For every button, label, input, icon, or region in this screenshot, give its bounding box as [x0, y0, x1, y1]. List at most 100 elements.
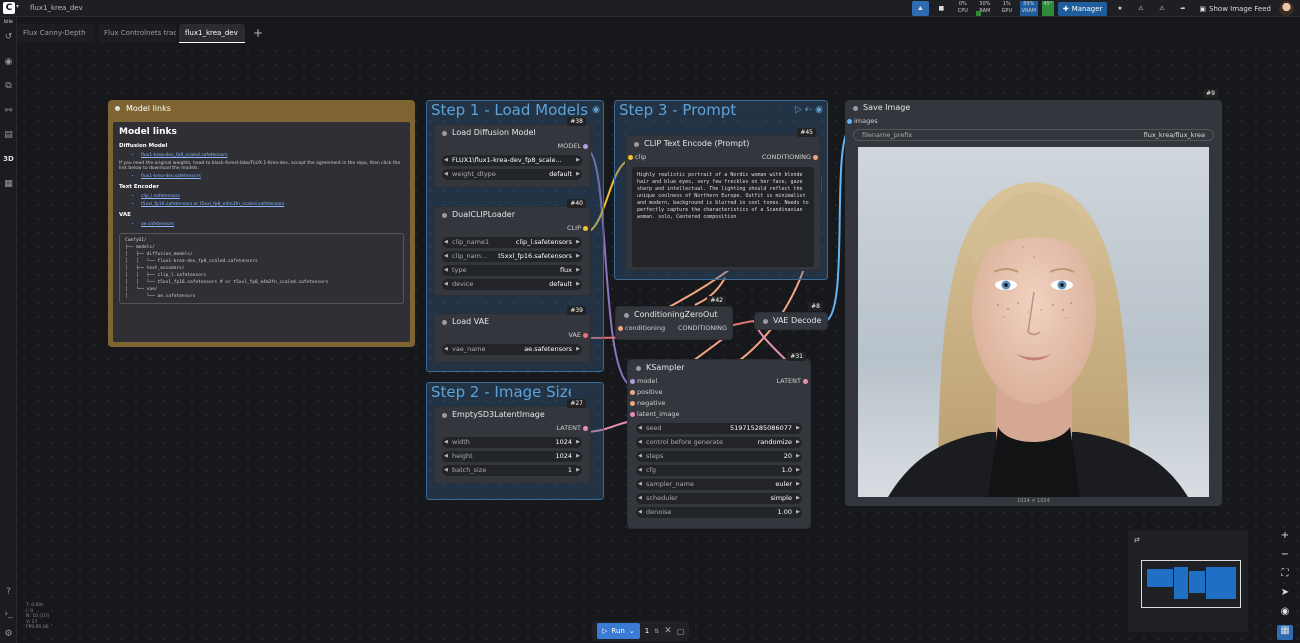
weight-dtype-select[interactable]: weight_dtypedefault	[442, 169, 582, 180]
menu-chevron-icon[interactable]: ▾	[16, 3, 19, 10]
model-input[interactable]: model LATENT	[628, 376, 810, 387]
comfy-logo-icon[interactable]: C	[3, 2, 15, 14]
clip-text-encode-node[interactable]: #45 CLIP Text Encode (Prompt) clip CONDIT…	[625, 128, 821, 271]
minimap-settings-icon[interactable]: ⇄	[1134, 536, 1140, 544]
node-title[interactable]: KSampler	[628, 360, 810, 376]
clip-output[interactable]: CLIP	[434, 223, 590, 234]
vae-output[interactable]: VAE	[434, 330, 590, 341]
node-title[interactable]: DualCLIPLoader	[434, 207, 590, 223]
clip-name2-select[interactable]: clip_nam...t5xxl_fp16.safetensors	[442, 251, 582, 262]
history-icon[interactable]: ↺	[3, 32, 14, 43]
tab-flux-controlnets[interactable]: Flux Controlnets trad...	[98, 24, 176, 43]
minimap-viewport[interactable]	[1141, 560, 1241, 608]
clear-queue-icon[interactable]: ▢	[677, 627, 685, 636]
show-image-feed-button[interactable]: ▣ Show Image Feed	[1195, 1, 1275, 16]
filename-prefix-field[interactable]: filename_prefix flux_krea/flux_krea	[853, 129, 1214, 141]
batch-size-stepper[interactable]: batch_size1	[442, 465, 582, 476]
3d-icon[interactable]: 3D	[3, 154, 14, 165]
star-icon[interactable]: ★	[1111, 1, 1128, 16]
tab-flux-canny-depth[interactable]: Flux Canny-Depth	[17, 24, 95, 43]
t5xxl-link[interactable]: t5xxl_fp16.safetensors or t5xxl_fp8_e4m3…	[141, 202, 404, 207]
denoise-stepper[interactable]: denoise1.00	[636, 507, 802, 518]
link-icon[interactable]: ⚯	[3, 106, 14, 117]
node-title[interactable]: Save Image	[845, 100, 1222, 116]
layers-icon[interactable]: ▤	[3, 130, 14, 141]
load-diffusion-model-node[interactable]: #38 Load Diffusion Model MODEL FLUX1\flu…	[433, 117, 591, 188]
cancel-icon[interactable]: ✕	[664, 626, 672, 636]
height-stepper[interactable]: height1024	[442, 451, 582, 462]
conditioning-zero-out-node[interactable]: #42 ConditioningZeroOut conditioning COND…	[615, 296, 733, 340]
vae-decode-node[interactable]: #8 VAE Decode	[754, 302, 828, 330]
seed-stepper[interactable]: seed519715285086077	[636, 423, 802, 434]
latent-image-input[interactable]: latent_image	[628, 409, 810, 420]
workflow-name[interactable]: flux1_krea_dev	[30, 4, 83, 12]
chevron-down-icon[interactable]: ⌄	[629, 627, 635, 635]
vae-name-select[interactable]: vae_nameae.safetensors	[442, 344, 582, 355]
cfg-stepper[interactable]: cfg1.0	[636, 465, 802, 476]
stepper-icon[interactable]: ⇅	[654, 628, 659, 635]
diffusion-link[interactable]: flux1-krea-dev_fp8_scaled.safetensors	[141, 153, 404, 158]
eye-icon[interactable]: ◉	[3, 57, 14, 68]
load-vae-node[interactable]: #39 Load VAE VAE vae_nameae.safetensors	[433, 306, 591, 363]
zoom-in-icon[interactable]: +	[1281, 530, 1289, 545]
share-icon[interactable]: ➦	[1174, 1, 1191, 16]
output-image[interactable]	[858, 147, 1209, 497]
add-tab-button[interactable]: +	[248, 24, 268, 44]
vae-link[interactable]: ae.safetensors	[141, 222, 404, 227]
sampler-name-select[interactable]: sampler_nameeuler	[636, 479, 802, 490]
conditioning-io[interactable]: conditioning CONDITIONING	[616, 323, 732, 334]
queue-icon[interactable]: ⛰	[911, 1, 929, 16]
model-output[interactable]: MODEL	[434, 141, 590, 152]
batch-count-input[interactable]: 1	[645, 627, 649, 635]
clip-input[interactable]: clip CONDITIONING	[626, 152, 820, 163]
dual-clip-loader-node[interactable]: #40 DualCLIPLoader CLIP clip_name1clip_l…	[433, 199, 591, 296]
gallery-icon[interactable]: ▦	[3, 179, 14, 190]
pointer-icon[interactable]: ➤	[1281, 587, 1289, 602]
type-select[interactable]: typeflux	[442, 265, 582, 276]
zoom-out-icon[interactable]: −	[1281, 549, 1289, 564]
clip-name1-select[interactable]: clip_name1clip_l.safetensors	[442, 237, 582, 248]
group-controls-icon[interactable]: ▷ ⇠ ◉	[795, 105, 823, 115]
stop-icon[interactable]: ■	[933, 1, 950, 16]
unet-name-select[interactable]: FLUX1\flux1-krea-dev_fp8_scale...	[442, 155, 582, 166]
node-title[interactable]: Load VAE	[434, 314, 590, 330]
width-stepper[interactable]: width1024	[442, 437, 582, 448]
nodes-icon[interactable]: ⧉	[3, 81, 14, 92]
node-title[interactable]: EmptySD3LatentImage	[434, 407, 590, 423]
node-title[interactable]: VAE Decode	[755, 313, 827, 329]
group-step3-title[interactable]: Step 3 - Prompt	[619, 101, 736, 119]
device-select[interactable]: devicedefault	[442, 279, 582, 290]
model-links-node[interactable]: Model links Model links Diffusion Model …	[108, 100, 415, 347]
node-title[interactable]: Load Diffusion Model	[434, 125, 590, 141]
run-button[interactable]: ▷ Run ⌄	[597, 623, 640, 639]
empty-latent-image-node[interactable]: #27 EmptySD3LatentImage LATENT width1024…	[433, 399, 591, 484]
steps-stepper[interactable]: steps20	[636, 451, 802, 462]
terminal-icon[interactable]: ›_	[3, 609, 14, 620]
manager-button[interactable]: ✚ Manager	[1057, 1, 1108, 16]
positive-input[interactable]: positive	[628, 387, 810, 398]
minimap[interactable]: ⇄	[1128, 530, 1248, 632]
model-links-title[interactable]: Model links	[108, 100, 415, 117]
node-title[interactable]: CLIP Text Encode (Prompt)	[626, 136, 820, 152]
visibility-icon[interactable]: ◉	[1281, 606, 1290, 621]
negative-input[interactable]: negative	[628, 398, 810, 409]
help-icon[interactable]: ?	[3, 587, 14, 598]
tab-flux1-krea-dev[interactable]: flux1_krea_dev	[179, 24, 245, 43]
avatar[interactable]	[1279, 1, 1294, 16]
latent-output[interactable]: LATENT	[434, 423, 590, 434]
prompt-textarea[interactable]: Highly realistic portrait of a Nordic wo…	[632, 167, 814, 267]
warning-icon[interactable]: ⚠	[1132, 1, 1149, 16]
alert-icon[interactable]: ⚠	[1153, 1, 1170, 16]
images-input[interactable]: images	[845, 116, 1222, 127]
group-step2-title[interactable]: Step 2 - Image Size	[431, 383, 571, 401]
node-title[interactable]: ConditioningZeroOut	[616, 307, 732, 323]
control-before-generate-select[interactable]: control before generaterandomize	[636, 437, 802, 448]
minimap-toggle-icon[interactable]: ▦	[1277, 625, 1293, 640]
clip-l-link[interactable]: clip_l.safetensors	[141, 194, 404, 199]
fit-view-icon[interactable]: ⛶	[1282, 568, 1289, 583]
scheduler-select[interactable]: schedulersimple	[636, 493, 802, 504]
save-image-node[interactable]: #9 Save Image images filename_prefix flux…	[845, 89, 1222, 506]
ksampler-node[interactable]: #31 KSampler model LATENT positive negati…	[627, 352, 811, 529]
group-eye-icon[interactable]: ◉	[592, 105, 600, 115]
original-weights-link[interactable]: flux1-krea-dev.safetensors	[141, 174, 404, 179]
